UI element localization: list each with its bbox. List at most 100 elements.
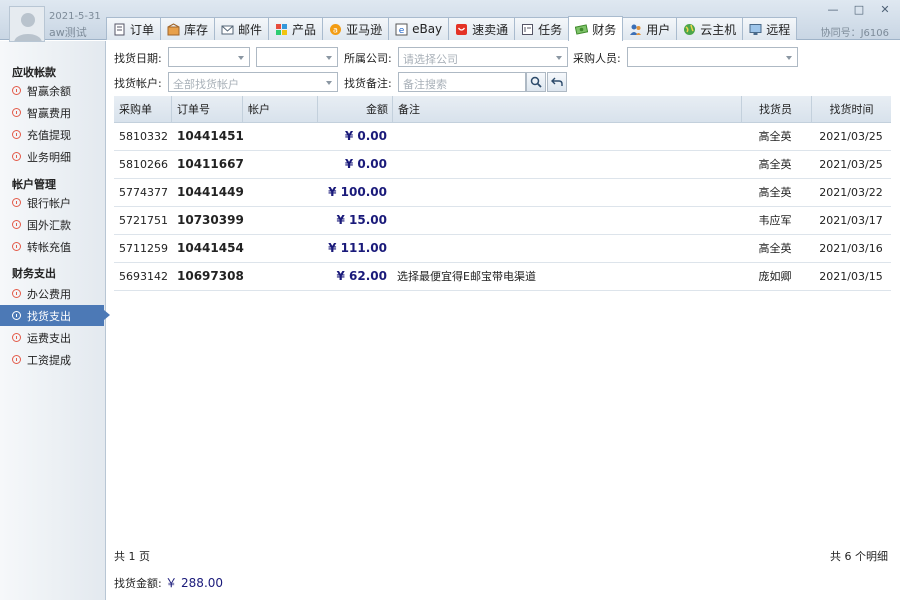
tab-label: 用户 xyxy=(646,22,671,37)
cell-buyer: 高全英 xyxy=(758,242,792,255)
sidebar-group-title: 帐户管理 xyxy=(12,178,56,191)
reset-button[interactable] xyxy=(547,72,567,92)
sidebar-group-title: 应收帐款 xyxy=(12,66,56,79)
page-count: 共 1 页 xyxy=(114,550,150,563)
tab-label: 云主机 xyxy=(700,22,737,37)
table-row[interactable]: 5711259 10441454 ¥ 111.00 高全英 2021/03/16 xyxy=(114,235,891,263)
tab-products[interactable]: 产品 xyxy=(268,17,324,40)
buyer-label: 采购人员: xyxy=(573,52,621,65)
sidebar-item-label: 银行帐户 xyxy=(27,196,71,210)
note-search-input[interactable]: 备注搜索 xyxy=(398,72,526,92)
tab-label: 亚马逊 xyxy=(346,22,383,37)
tab-aliexpress[interactable]: 速卖通 xyxy=(448,17,516,40)
monitor-icon xyxy=(749,23,762,36)
tab-tasks[interactable]: 任务 xyxy=(514,17,570,40)
detail-count: 共 6 个明细 xyxy=(830,550,888,563)
undo-icon xyxy=(551,77,563,86)
sidebar-item-label: 智赢费用 xyxy=(27,106,71,120)
tab-label: 速卖通 xyxy=(472,22,509,37)
table-row[interactable]: 5774377 10441449 ¥ 100.00 高全英 2021/03/22 xyxy=(114,179,891,207)
tab-finance[interactable]: 财务 xyxy=(568,16,624,41)
tab-cloud-host[interactable]: 云主机 xyxy=(676,17,744,40)
cell-amount: ¥ 100.00 xyxy=(328,185,387,199)
money-icon xyxy=(574,23,589,36)
table-row[interactable]: 5693142 10697308 ¥ 62.00 选择最便宜得E邮宝带电渠道 庞… xyxy=(114,263,891,291)
sidebar-item-bank-account[interactable]: 银行帐户 xyxy=(0,192,106,213)
search-icon xyxy=(530,76,542,88)
date-from-select[interactable] xyxy=(168,47,250,67)
sidebar-group-title: 财务支出 xyxy=(12,267,56,280)
globe-icon xyxy=(683,23,696,36)
ebay-icon: e xyxy=(395,23,408,36)
col-amount[interactable]: 金额 xyxy=(317,96,388,123)
avatar[interactable] xyxy=(9,6,45,42)
note-label: 找货备注: xyxy=(344,77,392,90)
col-po[interactable]: 采购单 xyxy=(119,96,152,123)
col-account[interactable]: 帐户 xyxy=(242,96,270,123)
cell-date: 2021/03/17 xyxy=(819,214,883,227)
account-select[interactable]: 全部找货帐户 xyxy=(168,72,338,92)
tab-amazon[interactable]: a 亚马逊 xyxy=(322,17,390,40)
minimize-icon[interactable]: — xyxy=(826,3,840,16)
tab-remote[interactable]: 远程 xyxy=(742,17,798,40)
sidebar-item-salary[interactable]: 工资提成 xyxy=(0,349,106,370)
sidebar-item-transfer[interactable]: 转帐充值 xyxy=(0,236,106,257)
tab-inventory[interactable]: 库存 xyxy=(160,17,216,40)
document-icon xyxy=(113,23,126,36)
sidebar-item-sourcing-expense[interactable]: 找货支出 xyxy=(0,305,110,326)
close-icon[interactable]: ✕ xyxy=(878,3,892,16)
cell-buyer: 高全英 xyxy=(758,186,792,199)
table-row[interactable]: 5810332 10441451 ¥ 0.00 高全英 2021/03/25 xyxy=(114,123,891,151)
date-to-select[interactable] xyxy=(256,47,338,67)
col-buyer[interactable]: 找货员 xyxy=(741,96,809,123)
total-label: 找货金额: xyxy=(114,577,162,590)
cell-po: 5693142 xyxy=(119,270,168,283)
tab-label: 产品 xyxy=(292,22,317,37)
warehouse-icon xyxy=(167,22,180,36)
sidebar-item-label: 找货支出 xyxy=(27,309,71,323)
sidebar-item-balance[interactable]: 智赢余额 xyxy=(0,80,106,101)
sidebar-item-office-expense[interactable]: 办公费用 xyxy=(0,283,106,304)
table-row[interactable]: 5810266 10411667 ¥ 0.00 高全英 2021/03/25 xyxy=(114,151,891,179)
col-date[interactable]: 找货时间 xyxy=(811,96,891,123)
sidebar-item-label: 转帐充值 xyxy=(27,240,71,254)
sidebar-item-label: 办公费用 xyxy=(27,287,71,301)
buyer-select[interactable] xyxy=(627,47,798,67)
assist-id: 协同号：J6106 xyxy=(820,28,889,39)
cell-po: 5721751 xyxy=(119,214,168,227)
cell-date: 2021/03/25 xyxy=(819,130,883,143)
tab-label: 邮件 xyxy=(238,22,263,37)
sidebar-item-remittance[interactable]: 国外汇款 xyxy=(0,214,106,235)
cell-buyer: 韦应军 xyxy=(758,214,792,227)
col-note[interactable]: 备注 xyxy=(392,96,420,123)
sidebar-item-recharge[interactable]: 充值提现 xyxy=(0,124,106,145)
power-icon xyxy=(12,198,21,207)
company-select[interactable]: 请选择公司 xyxy=(398,47,568,67)
col-order[interactable]: 订单号 xyxy=(171,96,210,123)
sidebar-item-fees[interactable]: 智赢费用 xyxy=(0,102,106,123)
cell-order: 10730399 xyxy=(177,213,244,227)
tab-mail[interactable]: 邮件 xyxy=(214,17,270,40)
cell-amount: ¥ 0.00 xyxy=(344,129,387,143)
cell-note: 选择最便宜得E邮宝带电渠道 xyxy=(397,270,536,283)
sidebar-item-business-detail[interactable]: 业务明细 xyxy=(0,146,106,167)
sidebar-item-label: 充值提现 xyxy=(27,128,71,142)
sidebar-item-label: 智赢余额 xyxy=(27,84,71,98)
cell-buyer: 庞如卿 xyxy=(758,270,792,283)
cell-date: 2021/03/25 xyxy=(819,158,883,171)
search-button[interactable] xyxy=(526,72,546,92)
power-icon xyxy=(12,108,21,117)
tab-orders[interactable]: 订单 xyxy=(106,17,162,40)
task-icon xyxy=(521,23,534,36)
tab-users[interactable]: 用户 xyxy=(622,17,678,40)
cell-order: 10441451 xyxy=(177,129,244,143)
cell-date: 2021/03/22 xyxy=(819,186,883,199)
cell-amount: ¥ 111.00 xyxy=(328,241,387,255)
sidebar-item-shipping-expense[interactable]: 运费支出 xyxy=(0,327,106,348)
cell-po: 5711259 xyxy=(119,242,168,255)
date-label: 找货日期: xyxy=(114,52,162,65)
maximize-icon[interactable]: □ xyxy=(852,3,866,16)
tab-ebay[interactable]: e eBay xyxy=(388,17,450,40)
table-row[interactable]: 5721751 10730399 ¥ 15.00 韦应军 2021/03/17 xyxy=(114,207,891,235)
table-header: 采购单 订单号 帐户 金额 备注 找货员 找货时间 xyxy=(114,96,891,123)
